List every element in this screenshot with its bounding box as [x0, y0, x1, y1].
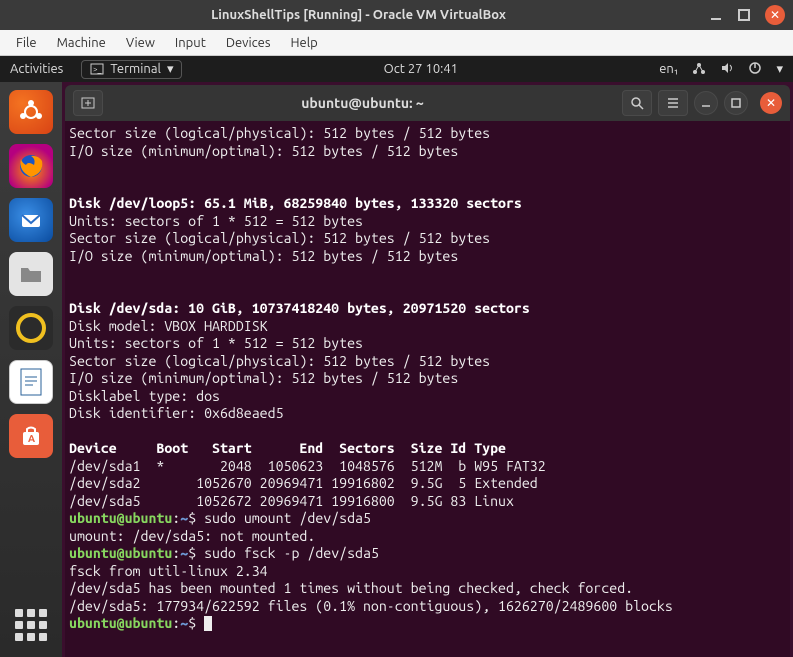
terminal-line: /dev/sda1 * 2048 1050623 1048576 512M b … [69, 458, 546, 474]
terminal-body[interactable]: Sector size (logical/physical): 512 byte… [65, 121, 790, 657]
terminal-line: /dev/sda5 1052672 20969471 19916800 9.5G… [69, 493, 514, 509]
prompt-user: ubuntu@ubuntu [69, 615, 172, 631]
terminal-line: /dev/sda5: 177934/622592 files (0.1% non… [69, 598, 673, 614]
app-menu-label: Terminal [110, 62, 161, 76]
terminal-maximize-button[interactable] [724, 91, 748, 115]
prompt-path: ~ [180, 545, 188, 561]
close-icon[interactable]: ✕ [765, 5, 785, 25]
terminal-line: /dev/sda2 1052670 20969471 19916802 9.5G… [69, 475, 538, 491]
gnome-top-panel: Activities >_ Terminal ▾ Oct 27 10:41 en… [0, 56, 793, 82]
terminal-line: Sector size (logical/physical): 512 byte… [69, 230, 490, 246]
prompt-end: $ [188, 615, 204, 631]
terminal-line: Disk /dev/sda: 10 GiB, 10737418240 bytes… [69, 300, 530, 316]
prompt-end: $ [188, 510, 204, 526]
terminal-line: Device Boot Start End Sectors Size Id Ty… [69, 440, 506, 456]
terminal-close-button[interactable]: ✕ [760, 92, 782, 114]
ubuntu-launcher-icon[interactable] [9, 90, 53, 134]
network-icon[interactable] [692, 61, 706, 78]
ubuntu-software-icon[interactable]: A [9, 414, 53, 458]
terminal-line: I/O size (minimum/optimal): 512 bytes / … [69, 143, 458, 159]
terminal-line: /dev/sda5 has been mounted 1 times witho… [69, 580, 633, 596]
language-indicator[interactable]: en₁ [659, 62, 678, 76]
terminal-line: Disk identifier: 0x6d8eaed5 [69, 405, 284, 421]
prompt-user: ubuntu@ubuntu [69, 510, 172, 526]
terminal-line: Disk model: VBOX HARDDISK [69, 318, 291, 334]
search-button[interactable] [622, 90, 652, 116]
app-menu[interactable]: >_ Terminal ▾ [81, 60, 182, 79]
search-icon [629, 95, 645, 111]
terminal-minimize-button[interactable] [694, 91, 718, 115]
terminal-line: Disklabel type: dos [69, 388, 220, 404]
activities-button[interactable]: Activities [10, 62, 63, 76]
terminal-line: Sector size (logical/physical): 512 byte… [69, 353, 490, 369]
svg-text:A: A [28, 433, 35, 444]
virtualbox-menubar: File Machine View Input Devices Help [0, 30, 793, 56]
hamburger-menu-button[interactable] [658, 90, 688, 116]
show-applications-icon[interactable] [9, 603, 53, 647]
terminal-line: I/O size (minimum/optimal): 512 bytes / … [69, 248, 458, 264]
hamburger-icon [665, 95, 681, 111]
firefox-icon[interactable] [9, 144, 53, 188]
virtualbox-titlebar: LinuxShellTips [Running] - Oracle VM Vir… [0, 0, 793, 30]
files-icon[interactable] [9, 252, 53, 296]
thunderbird-icon[interactable] [9, 198, 53, 242]
terminal-command: sudo umount /dev/sda5 [204, 510, 371, 526]
maximize-icon[interactable] [737, 8, 751, 22]
terminal-titlebar: ubuntu@ubuntu: ~ ✕ [65, 85, 790, 121]
terminal-line: Sector size (logical/physical): 512 byte… [69, 125, 490, 141]
terminal-window: ubuntu@ubuntu: ~ ✕ Sector size (logical/… [65, 85, 790, 657]
system-tray[interactable]: en₁ ▾ [659, 61, 783, 78]
dock: A [0, 82, 62, 657]
prompt-user: ubuntu@ubuntu [69, 545, 172, 561]
prompt-path: ~ [180, 510, 188, 526]
terminal-command: sudo fsck -p /dev/sda5 [204, 545, 379, 561]
clock[interactable]: Oct 27 10:41 [182, 62, 659, 76]
terminal-title: ubuntu@ubuntu: ~ [109, 95, 616, 111]
prompt-end: $ [188, 545, 204, 561]
terminal-icon: >_ [90, 62, 104, 76]
terminal-line: Units: sectors of 1 * 512 = 512 bytes [69, 335, 363, 351]
volume-icon[interactable] [720, 61, 734, 78]
rhythmbox-icon[interactable] [9, 306, 53, 350]
terminal-line: Units: sectors of 1 * 512 = 512 bytes [69, 213, 363, 229]
menu-help[interactable]: Help [283, 34, 326, 52]
menu-file[interactable]: File [8, 34, 45, 52]
menu-input[interactable]: Input [167, 34, 214, 52]
libreoffice-writer-icon[interactable] [9, 360, 53, 404]
power-icon[interactable] [748, 61, 762, 78]
minimize-icon[interactable] [709, 8, 723, 22]
workspace: A ubuntu@ubuntu: ~ ✕ Sector si [0, 82, 793, 657]
prompt-path: ~ [180, 615, 188, 631]
menu-machine[interactable]: Machine [49, 34, 114, 52]
virtualbox-window-controls: ✕ [709, 5, 785, 25]
chevron-down-icon: ▾ [167, 62, 174, 77]
menu-devices[interactable]: Devices [218, 34, 279, 52]
new-tab-button[interactable] [73, 90, 103, 116]
terminal-line: Disk /dev/loop5: 65.1 MiB, 68259840 byte… [69, 195, 522, 211]
cursor [204, 616, 212, 631]
terminal-line: I/O size (minimum/optimal): 512 bytes / … [69, 370, 458, 386]
chevron-down-icon: ▾ [776, 62, 783, 77]
virtualbox-title: LinuxShellTips [Running] - Oracle VM Vir… [8, 8, 709, 22]
svg-text:>_: >_ [93, 65, 102, 74]
menu-view[interactable]: View [118, 34, 163, 52]
terminal-line: umount: /dev/sda5: not mounted. [69, 528, 315, 544]
terminal-line: fsck from util-linux 2.34 [69, 563, 268, 579]
